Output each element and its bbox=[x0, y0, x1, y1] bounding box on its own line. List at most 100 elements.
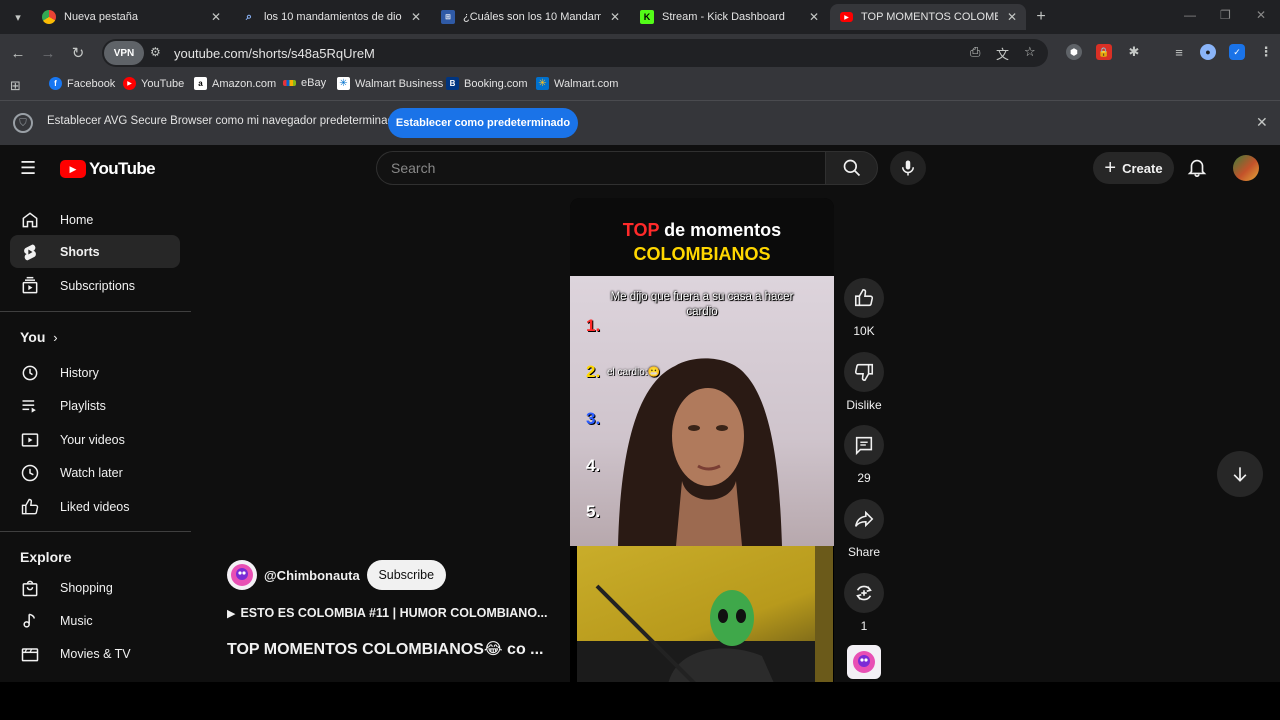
url-text[interactable]: youtube.com/shorts/s48a5RqUreM bbox=[174, 46, 375, 61]
password-extension-icon[interactable]: 🔒 bbox=[1096, 44, 1112, 60]
browser-menu-icon[interactable]: ⋮ bbox=[1258, 44, 1274, 60]
liked-videos-icon bbox=[20, 497, 40, 517]
translate-icon[interactable]: 文 bbox=[996, 44, 1009, 63]
reload-icon[interactable]: ↻ bbox=[68, 43, 88, 63]
bookmark-label: Walmart Business bbox=[355, 77, 444, 90]
profile-icon[interactable]: ● bbox=[1200, 44, 1216, 60]
close-tab-icon[interactable]: ✕ bbox=[607, 9, 623, 25]
youtube-icon: ▶ bbox=[840, 12, 853, 22]
sidebar-item-label: Watch later bbox=[60, 465, 123, 480]
close-tab-icon[interactable]: ✕ bbox=[1004, 9, 1020, 25]
infobar-message: Establecer AVG Secure Browser como mi na… bbox=[47, 115, 401, 127]
search-icon bbox=[843, 159, 860, 177]
home-icon bbox=[20, 210, 40, 230]
sidebar-item-shopping[interactable]: Shopping bbox=[10, 571, 180, 604]
bookmark-star-icon[interactable]: ☆ bbox=[1024, 44, 1036, 60]
music-icon bbox=[20, 611, 40, 631]
avg-shield-icon[interactable]: ✓ bbox=[1229, 44, 1245, 60]
bookmark-walmart[interactable]: ✳ Walmart.com bbox=[536, 77, 618, 90]
back-icon[interactable]: ← bbox=[8, 43, 28, 63]
set-default-button[interactable]: Establecer como predeterminado bbox=[388, 108, 578, 138]
channel-avatar[interactable] bbox=[227, 560, 257, 590]
close-window-icon[interactable]: ✕ bbox=[1256, 8, 1266, 22]
create-button[interactable]: + Create bbox=[1093, 152, 1174, 184]
sidebar-item-watch-later[interactable]: Watch later bbox=[10, 456, 180, 489]
site-settings-icon[interactable]: ⚙ bbox=[150, 45, 161, 59]
dislike-button[interactable] bbox=[844, 352, 884, 392]
channel-handle[interactable]: @Chimbonauta bbox=[264, 568, 360, 583]
bookmark-walmart-business[interactable]: ✳ Walmart Business bbox=[337, 77, 443, 90]
bookmark-facebook[interactable]: f Facebook bbox=[49, 77, 115, 90]
facebook-icon: f bbox=[49, 77, 62, 90]
sidebar-item-history[interactable]: History bbox=[10, 356, 180, 389]
booking-icon: B bbox=[446, 77, 459, 90]
tab-mandamientos-search[interactable]: ⌕ los 10 mandamientos de dios - ✕ bbox=[232, 4, 430, 30]
sidebar-you-heading[interactable]: You › bbox=[20, 329, 58, 345]
playlist-link[interactable]: ▶ ESTO ES COLOMBIA #11 | HUMOR COLOMBIANO… bbox=[227, 606, 547, 620]
bookmark-youtube[interactable]: ▶ YouTube bbox=[123, 77, 184, 90]
sidebar-item-home[interactable]: Home bbox=[10, 203, 180, 236]
tab-nueva-pestana[interactable]: Nueva pestaña ✕ bbox=[32, 4, 230, 30]
tab-search-menu-icon[interactable]: ▾ bbox=[8, 7, 28, 27]
address-bar[interactable]: VPN ⚙ youtube.com/shorts/s48a5RqUreM ⎙ 文… bbox=[102, 39, 1048, 67]
maximize-icon[interactable]: ❐ bbox=[1220, 8, 1231, 22]
bookmarks-bar: ⊞ f Facebook ▶ YouTube a Amazon.com eBay… bbox=[0, 72, 1280, 100]
new-tab-icon[interactable]: + bbox=[1032, 8, 1050, 26]
share-label: Share bbox=[847, 545, 881, 559]
search-input[interactable] bbox=[391, 152, 811, 184]
channel-avatar-small[interactable] bbox=[847, 645, 881, 679]
tab-kick-dashboard[interactable]: K Stream - Kick Dashboard ✕ bbox=[630, 4, 828, 30]
shorts-video-player[interactable]: TOP de momentos COLOMBIANOS Me dijo que … bbox=[570, 198, 834, 682]
bookmark-booking[interactable]: B Booking.com bbox=[446, 77, 528, 90]
extension-icon[interactable]: ⬢ bbox=[1066, 44, 1082, 60]
voice-search-button[interactable] bbox=[890, 151, 926, 185]
sidebar-item-playlists[interactable]: Playlists bbox=[10, 389, 180, 422]
extensions-puzzle-icon[interactable]: ✱ bbox=[1126, 44, 1142, 60]
title-card-top: TOP bbox=[622, 220, 660, 240]
tab-mandamientos-article[interactable]: ⊞ ¿Cuáles son los 10 Mandamientos ✕ bbox=[431, 4, 629, 30]
sidebar-item-shorts[interactable]: Shorts bbox=[10, 235, 180, 268]
video-title[interactable]: TOP MOMENTOS COLOMBIANOS😂 co ... bbox=[227, 639, 544, 659]
sidebar-item-your-videos[interactable]: Your videos bbox=[10, 423, 180, 456]
close-tab-icon[interactable]: ✕ bbox=[408, 9, 424, 25]
sidebar-item-label: History bbox=[60, 365, 99, 380]
account-avatar[interactable] bbox=[1233, 155, 1259, 181]
tab-top-momentos[interactable]: ▶ TOP MOMENTOS COLOMBIANOS ✕ bbox=[830, 4, 1026, 30]
subscribe-button[interactable]: Subscribe bbox=[366, 560, 446, 590]
menu-icon[interactable]: ☰ bbox=[20, 158, 40, 178]
remix-button[interactable] bbox=[844, 573, 884, 613]
share-button[interactable] bbox=[844, 499, 884, 539]
channel-logo-icon bbox=[853, 651, 875, 673]
apps-grid-icon[interactable]: ⊞ bbox=[10, 78, 21, 94]
install-app-icon[interactable]: ⎙ bbox=[970, 44, 980, 60]
rank-4: 4. bbox=[586, 456, 601, 475]
sidebar-item-subscriptions[interactable]: Subscriptions bbox=[10, 269, 180, 302]
remix-icon bbox=[856, 585, 872, 601]
close-tab-icon[interactable]: ✕ bbox=[208, 9, 224, 25]
sidebar-item-liked-videos[interactable]: Liked videos bbox=[10, 490, 180, 523]
bookmark-ebay[interactable]: eBay bbox=[283, 77, 326, 89]
play-icon: ▶ bbox=[227, 608, 236, 620]
close-infobar-icon[interactable]: ✕ bbox=[1256, 114, 1268, 131]
like-button[interactable] bbox=[844, 278, 884, 318]
shopping-icon bbox=[20, 578, 40, 598]
bookmark-label: YouTube bbox=[141, 77, 185, 90]
search-button[interactable] bbox=[825, 151, 878, 185]
remix-action: 1 bbox=[843, 573, 885, 633]
dislike-action: Dislike bbox=[843, 352, 885, 412]
comments-button[interactable] bbox=[844, 425, 884, 465]
minimize-icon[interactable]: — bbox=[1184, 8, 1196, 22]
sidebar-item-label: Home bbox=[60, 212, 94, 227]
forward-icon[interactable]: → bbox=[38, 43, 58, 63]
sidebar-item-movies-tv[interactable]: Movies & TV bbox=[10, 637, 180, 670]
youtube-logo[interactable]: ▶ YouTube bbox=[60, 159, 156, 179]
media-control-icon[interactable]: ≡ bbox=[1171, 44, 1187, 60]
next-short-button[interactable] bbox=[1217, 451, 1263, 497]
sidebar-item-music[interactable]: Music bbox=[10, 604, 180, 637]
vpn-badge[interactable]: VPN bbox=[104, 41, 144, 65]
notifications-button[interactable] bbox=[1186, 156, 1208, 178]
bookmark-amazon[interactable]: a Amazon.com bbox=[194, 77, 276, 90]
sidebar-item-label: Liked videos bbox=[60, 499, 130, 514]
close-tab-icon[interactable]: ✕ bbox=[806, 9, 822, 25]
chrome-icon bbox=[42, 10, 56, 24]
